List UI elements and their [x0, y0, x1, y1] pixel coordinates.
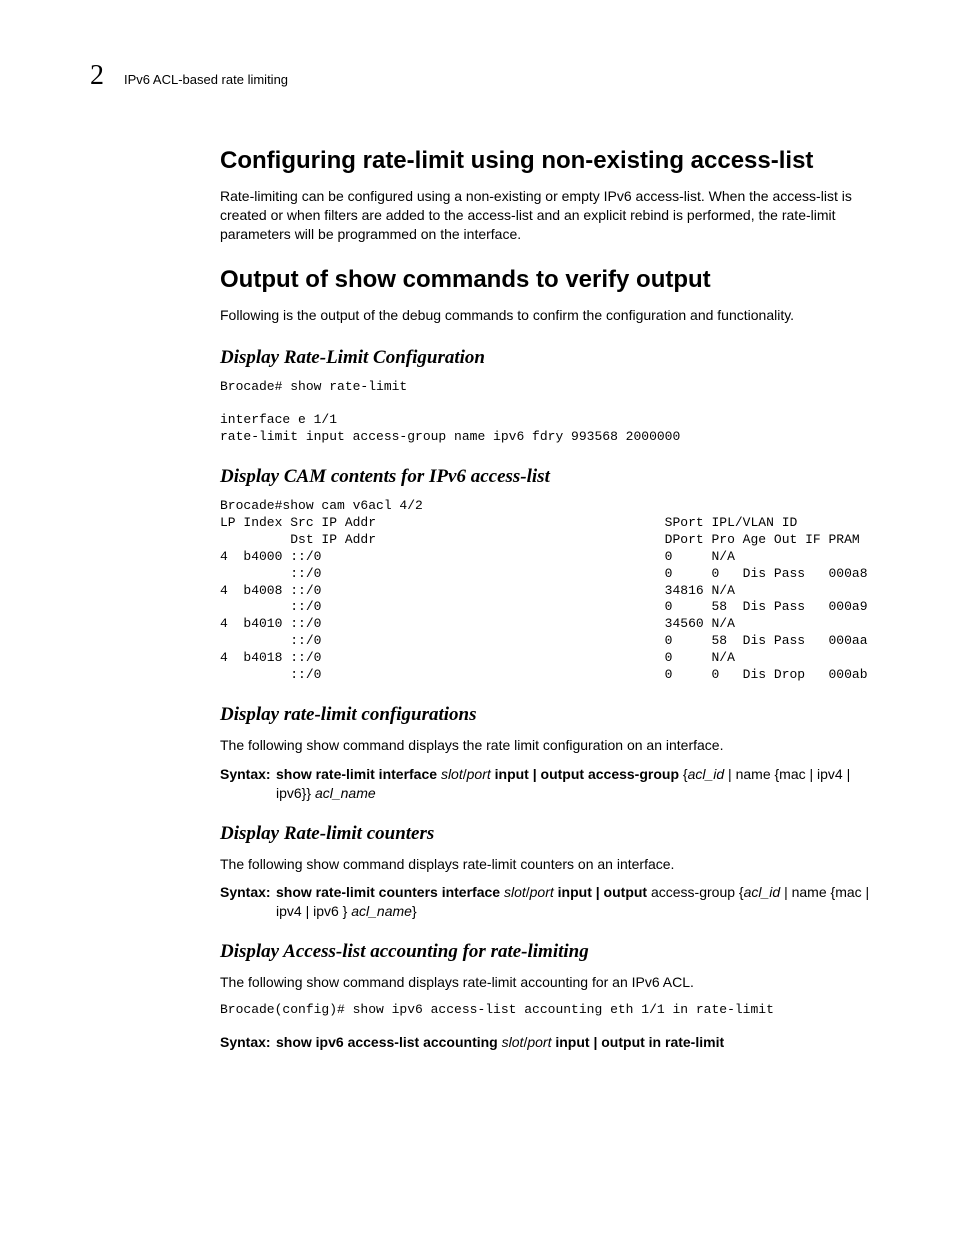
- syntax-label: Syntax:: [220, 765, 276, 803]
- syntax-line: Syntax: show ipv6 access-list accounting…: [220, 1033, 884, 1052]
- paragraph: The following show command displays the …: [220, 736, 884, 755]
- syntax-body: show rate-limit interface slot/port inpu…: [276, 765, 884, 803]
- syntax-text: slot: [441, 766, 463, 782]
- subsection-heading-cam-contents: Display CAM contents for IPv6 access-lis…: [220, 466, 884, 488]
- section-heading-config: Configuring rate-limit using non-existin…: [220, 147, 884, 175]
- syntax-text: }: [412, 903, 417, 919]
- syntax-text: show rate-limit interface: [276, 766, 441, 782]
- syntax-text: slot: [502, 1034, 524, 1050]
- code-block: Brocade(config)# show ipv6 access-list a…: [220, 1002, 884, 1019]
- code-block: Brocade#show cam v6acl 4/2 LP Index Src …: [220, 498, 884, 684]
- syntax-text: show rate-limit counters interface: [276, 884, 504, 900]
- syntax-text: acl_id: [688, 766, 725, 782]
- syntax-text: acl_name: [351, 903, 412, 919]
- section-paragraph: Rate-limiting can be configured using a …: [220, 187, 884, 244]
- syntax-label: Syntax:: [220, 883, 276, 921]
- syntax-text: input | output in rate-limit: [551, 1034, 724, 1050]
- header-title: IPv6 ACL-based rate limiting: [124, 72, 288, 87]
- subsection-heading-rate-limit-config: Display Rate-Limit Configuration: [220, 347, 884, 369]
- syntax-text: access-group {: [651, 884, 744, 900]
- syntax-text: input | output access-group: [491, 766, 683, 782]
- content: Configuring rate-limit using non-existin…: [220, 147, 884, 1052]
- syntax-body: show rate-limit counters interface slot/…: [276, 883, 884, 921]
- syntax-text: acl_name: [315, 785, 376, 801]
- syntax-label: Syntax:: [220, 1033, 276, 1052]
- syntax-line: Syntax: show rate-limit interface slot/p…: [220, 765, 884, 803]
- syntax-text: slot: [504, 884, 526, 900]
- subsection-heading-rate-limit-configs: Display rate-limit configurations: [220, 704, 884, 726]
- syntax-text: port: [530, 884, 554, 900]
- syntax-text: acl_id: [744, 884, 781, 900]
- subsection-heading-rate-limit-counters: Display Rate-limit counters: [220, 823, 884, 845]
- section-paragraph: Following is the output of the debug com…: [220, 306, 884, 325]
- syntax-text: port: [467, 766, 491, 782]
- paragraph: The following show command displays rate…: [220, 855, 884, 874]
- section-heading-output: Output of show commands to verify output: [220, 266, 884, 294]
- syntax-line: Syntax: show rate-limit counters interfa…: [220, 883, 884, 921]
- paragraph: The following show command displays rate…: [220, 973, 884, 992]
- chapter-number: 2: [90, 60, 104, 92]
- syntax-text: input | output: [554, 884, 651, 900]
- page: 2 IPv6 ACL-based rate limiting Configuri…: [0, 0, 954, 1124]
- syntax-text: show ipv6 access-list accounting: [276, 1034, 502, 1050]
- syntax-text: port: [527, 1034, 551, 1050]
- syntax-body: show ipv6 access-list accounting slot/po…: [276, 1033, 884, 1052]
- page-header: 2 IPv6 ACL-based rate limiting: [90, 60, 884, 92]
- code-block: Brocade# show rate-limit interface e 1/1…: [220, 379, 884, 447]
- subsection-heading-access-list-accounting: Display Access-list accounting for rate-…: [220, 941, 884, 963]
